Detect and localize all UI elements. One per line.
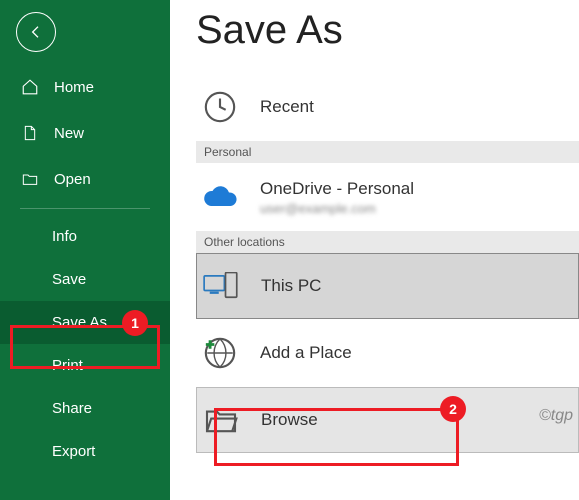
- other-locations-header: Other locations: [196, 231, 579, 253]
- onedrive-account: user@example.com: [260, 201, 414, 216]
- add-place-label: Add a Place: [260, 343, 352, 363]
- page-title: Save As: [196, 8, 579, 53]
- onedrive-label: OneDrive - Personal: [260, 179, 414, 199]
- watermark: ©tgp: [539, 407, 573, 425]
- cloud-icon: [200, 177, 240, 217]
- sidebar-divider: [20, 208, 150, 209]
- this-pc-label: This PC: [261, 276, 321, 296]
- nav-save-as[interactable]: Save As: [0, 301, 170, 344]
- arrow-left-icon: [28, 24, 44, 40]
- this-pc-icon: [201, 266, 241, 306]
- clock-icon: [200, 87, 240, 127]
- recent-label: Recent: [260, 97, 314, 117]
- nav-open-label: Open: [54, 171, 91, 188]
- backstage-sidebar: Home New Open Info Save Save As Print Sh…: [0, 0, 170, 500]
- nav-home-label: Home: [54, 79, 94, 96]
- nav-new-label: New: [54, 125, 84, 142]
- nav-home[interactable]: Home: [0, 64, 170, 110]
- add-place-option[interactable]: Add a Place: [196, 319, 579, 387]
- nav-open[interactable]: Open: [0, 156, 170, 202]
- main-panel: Save As Recent Personal OneDrive - Perso…: [170, 0, 579, 500]
- add-place-icon: [200, 333, 240, 373]
- this-pc-option[interactable]: This PC: [196, 253, 579, 319]
- nav-save[interactable]: Save: [0, 258, 170, 301]
- nav-info[interactable]: Info: [0, 215, 170, 258]
- back-button[interactable]: [16, 12, 56, 52]
- nav-print[interactable]: Print: [0, 344, 170, 387]
- browse-label: Browse: [261, 410, 318, 430]
- personal-header: Personal: [196, 141, 579, 163]
- home-icon: [20, 77, 40, 97]
- browse-option[interactable]: Browse: [196, 387, 579, 453]
- file-icon: [20, 123, 40, 143]
- nav-export[interactable]: Export: [0, 430, 170, 473]
- nav-share[interactable]: Share: [0, 387, 170, 430]
- browse-folder-icon: [201, 400, 241, 440]
- nav-new[interactable]: New: [0, 110, 170, 156]
- onedrive-option[interactable]: OneDrive - Personal user@example.com: [196, 163, 579, 231]
- recent-option[interactable]: Recent: [196, 73, 579, 141]
- folder-open-icon: [20, 169, 40, 189]
